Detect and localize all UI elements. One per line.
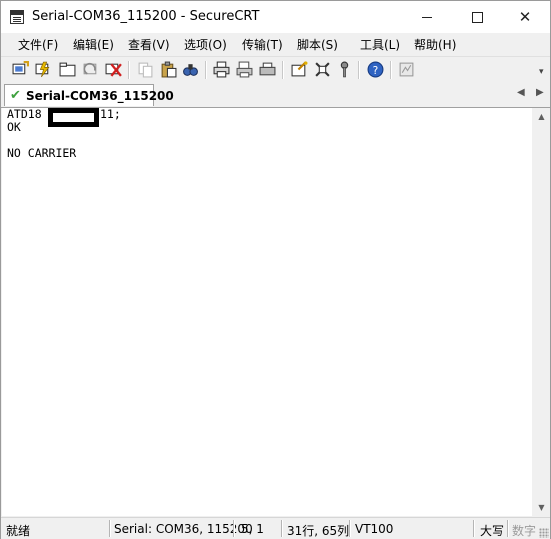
status-cursor-position: 5, 1 (241, 522, 264, 536)
status-separator (281, 520, 283, 537)
tab-label: Serial-COM36_115200 (26, 89, 174, 103)
svg-text:?: ? (373, 64, 379, 77)
window-title: Serial-COM36_115200 - SecureCRT (32, 9, 260, 24)
tab-scroll-left-icon[interactable]: ◀ (517, 87, 525, 98)
maximize-icon (471, 11, 483, 23)
menu-tools[interactable]: 工具(L) (360, 36, 400, 53)
close-button[interactable]: ✕ (500, 1, 550, 33)
quick-connect-icon[interactable] (35, 61, 52, 78)
status-terminal-size: 31行, 65列 (287, 524, 350, 538)
securecrt-window: Serial-COM36_115200 - SecureCRT ✕ 文件(F) … (0, 0, 551, 539)
connected-check-icon: ✔ (10, 88, 21, 103)
tab-serial-com36[interactable]: ✔ Serial-COM36_115200 (4, 84, 174, 106)
menu-file[interactable]: 文件(F) (18, 36, 58, 53)
connect-icon[interactable] (12, 61, 29, 78)
copy-icon[interactable] (137, 61, 154, 78)
disconnect-icon[interactable] (105, 61, 122, 78)
find-icon[interactable] (182, 61, 199, 78)
terminal-line-no-carrier: NO CARRIER (7, 146, 77, 160)
close-icon: ✕ (518, 8, 532, 26)
status-connection: Serial: COM36, 115200 (114, 522, 253, 536)
toolbar-overflow-icon[interactable]: ▾ (539, 67, 544, 77)
toolbar-separator (205, 61, 207, 79)
print-icon[interactable] (213, 61, 230, 78)
reconnect-icon[interactable] (82, 61, 99, 78)
print-setup-icon[interactable] (259, 61, 276, 78)
menu-script[interactable]: 脚本(S) (297, 36, 338, 53)
toolbar-separator (390, 61, 392, 79)
menu-edit[interactable]: 编辑(E) (73, 36, 114, 53)
status-separator (473, 520, 475, 537)
maximize-button[interactable] (452, 1, 502, 33)
terminal-view[interactable]: ATD18 11; OK NO CARRIER (2, 108, 532, 516)
vertical-scrollbar[interactable]: ▲ ▼ (533, 108, 550, 516)
menu-transfer[interactable]: 传输(T) (242, 36, 283, 53)
sftp-icon[interactable] (398, 61, 415, 78)
status-separator (507, 520, 509, 537)
status-num-lock: 数字 (512, 524, 537, 538)
status-caps-lock: 大写 (480, 524, 505, 538)
menu-bar: 文件(F) 编辑(E) 查看(V) 选项(O) 传输(T) 脚本(S) 工具(L… (1, 33, 550, 55)
title-bar[interactable]: Serial-COM36_115200 - SecureCRT ✕ (1, 1, 550, 33)
connect-in-tab-icon[interactable] (59, 61, 76, 78)
tab-scroll-right-icon[interactable]: ▶ (536, 87, 544, 98)
minimize-icon (422, 16, 432, 18)
session-tab-strip: ✔ Serial-COM36_115200 ◀ ▶ (1, 83, 550, 108)
status-separator (349, 520, 351, 537)
toolbar: ? ▾ (1, 56, 550, 83)
paste-icon[interactable] (160, 61, 177, 78)
redaction-box (48, 108, 99, 127)
scroll-up-icon[interactable]: ▲ (533, 108, 550, 125)
toolbar-separator (128, 61, 130, 79)
toolbar-separator (282, 61, 284, 79)
menu-options[interactable]: 选项(O) (184, 36, 227, 53)
status-separator (233, 520, 235, 537)
keymap-icon[interactable] (336, 61, 353, 78)
status-ready: 就绪 (6, 524, 31, 538)
terminal-line-ok: OK (7, 120, 21, 134)
minimize-button[interactable] (402, 1, 452, 33)
help-icon[interactable]: ? (367, 61, 384, 78)
status-emulation: VT100 (355, 522, 394, 536)
global-options-icon[interactable] (314, 61, 331, 78)
toolbar-separator (358, 61, 360, 79)
print-selection-icon[interactable] (236, 61, 253, 78)
app-icon[interactable] (10, 10, 24, 24)
session-options-icon[interactable] (291, 61, 308, 78)
menu-help[interactable]: 帮助(H) (414, 36, 456, 53)
menu-view[interactable]: 查看(V) (128, 36, 170, 53)
terminal-line-command-tail: 11; (100, 108, 121, 121)
scroll-down-icon[interactable]: ▼ (533, 499, 550, 516)
resize-grip[interactable] (539, 528, 549, 538)
status-separator (109, 520, 111, 537)
status-bar: 就绪 Serial: COM36, 115200 5, 1 31行, 65列 V… (1, 517, 550, 539)
